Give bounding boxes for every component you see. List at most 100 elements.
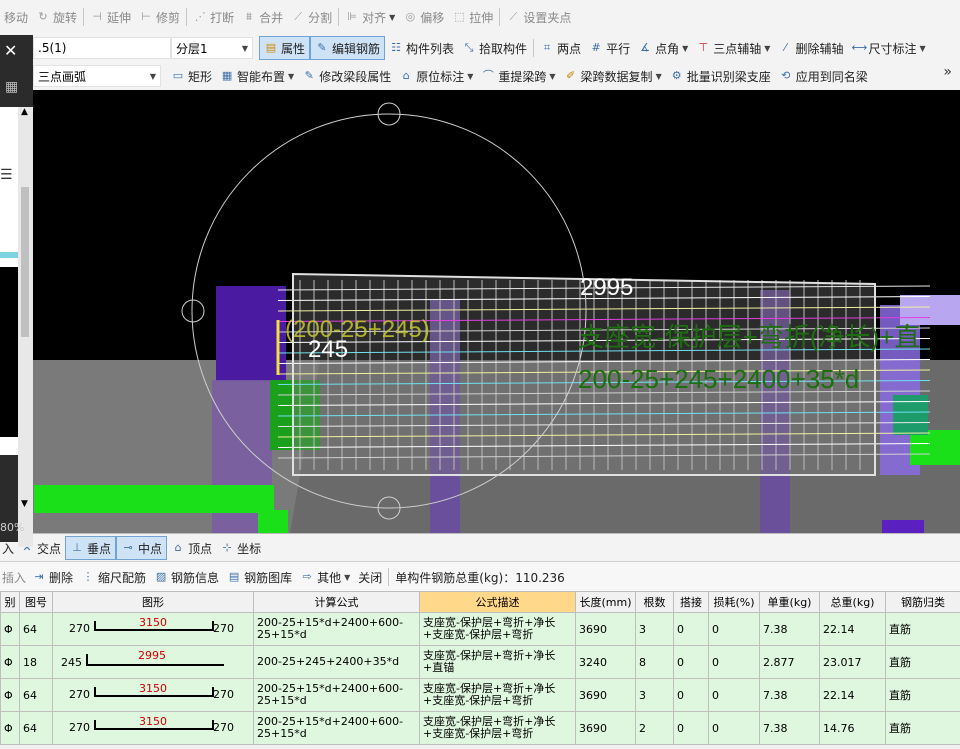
- formula-cell[interactable]: 200-25+15*d+2400+600-25+15*d: [253, 612, 420, 646]
- count-cell[interactable]: 3: [635, 612, 674, 646]
- other-button[interactable]: ⇨ 其他 ▼: [296, 566, 354, 588]
- offset-button[interactable]: ◎ 偏移: [399, 6, 448, 28]
- total-weight-cell: 23.017: [819, 645, 886, 679]
- lap-cell[interactable]: 0: [673, 645, 709, 679]
- align-button[interactable]: ⊫ 对齐 ▼: [341, 6, 399, 28]
- formula-cell[interactable]: 200-25+245+2400+35*d: [253, 645, 420, 679]
- edit-rebar-button[interactable]: ✎ 编辑钢筋: [310, 36, 386, 60]
- modify-beam-segment-button[interactable]: ✎ 修改梁段属性: [298, 65, 395, 87]
- table-row[interactable]: Φ 18 245 2995 200-25+245+2400+35*d 支座宽-保…: [0, 645, 960, 679]
- rebar-info-button[interactable]: ▨ 钢筋信息: [150, 566, 223, 588]
- merge-button[interactable]: ⩩ 合并: [238, 6, 287, 28]
- length-cell[interactable]: 3240: [575, 645, 636, 679]
- grip-handle[interactable]: [181, 299, 205, 323]
- snap-perpendicular-button[interactable]: ⊥ 垂点: [65, 536, 117, 560]
- set-grip-button[interactable]: ⟋ 设置夹点: [502, 6, 575, 28]
- break-button[interactable]: ⋰ 打断: [189, 6, 238, 28]
- lap-cell[interactable]: 0: [673, 711, 709, 745]
- insert-button[interactable]: 插入: [0, 566, 28, 588]
- col-header-shape[interactable]: 图形: [52, 591, 254, 613]
- description-cell[interactable]: 支座宽-保护层+弯折+净长+直锚: [419, 645, 576, 679]
- col-header-category[interactable]: 钢筋归类: [885, 591, 960, 613]
- delete-axis-button[interactable]: ⁄ 删除辅轴: [774, 37, 847, 59]
- description-cell[interactable]: 支座宽-保护层+弯折+净长+支座宽-保护层+弯折: [419, 612, 576, 646]
- col-header-figno[interactable]: 图号: [19, 591, 53, 613]
- length-cell[interactable]: 3690: [575, 711, 636, 745]
- snap-midpoint-button[interactable]: ⊸ 中点: [116, 536, 168, 560]
- dimension-button[interactable]: ⟷ 尺寸标注 ▼: [847, 37, 929, 59]
- delete-row-button[interactable]: ⇥ 删除: [28, 566, 77, 588]
- scroll-thumb[interactable]: [21, 187, 29, 337]
- scroll-up-icon[interactable]: ▲: [21, 107, 28, 117]
- batch-identify-support-button[interactable]: ⚙ 批量识别梁支座: [666, 65, 775, 87]
- category-cell[interactable]: 直筋: [885, 711, 960, 745]
- two-point-axis-button[interactable]: ⌗ 两点: [536, 37, 585, 59]
- formula-cell[interactable]: 200-25+15*d+2400+600-25+15*d: [253, 678, 420, 712]
- count-cell[interactable]: 8: [635, 645, 674, 679]
- extend-button[interactable]: ⊣ 延伸: [86, 6, 135, 28]
- component-list-button[interactable]: ☷ 构件列表: [385, 37, 458, 59]
- separator: [533, 39, 535, 57]
- count-cell[interactable]: 3: [635, 678, 674, 712]
- col-header-grade[interactable]: 别: [0, 591, 20, 613]
- parallel-axis-button[interactable]: # 平行: [585, 37, 634, 59]
- category-cell[interactable]: 直筋: [885, 612, 960, 646]
- toolbar-overflow-button[interactable]: »: [943, 64, 952, 80]
- side-scrollbar[interactable]: ▲ ▼: [18, 107, 33, 547]
- draw-mode-combo[interactable]: 三点画弧 ▼: [33, 65, 161, 87]
- viewport-canvas[interactable]: 2995 (200-25+245) 245 支座宽-保护层+弯折(净长)+直 2…: [0, 90, 960, 533]
- grid-icon[interactable]: ▦: [5, 79, 18, 95]
- point-angle-button[interactable]: ∡ 点角 ▼: [634, 37, 692, 59]
- layer-combo[interactable]: 分层1 ▼: [171, 37, 253, 59]
- length-cell[interactable]: 3690: [575, 678, 636, 712]
- 3d-viewport[interactable]: 2995 (200-25+245) 245 支座宽-保护层+弯折(净长)+直 2…: [0, 90, 960, 533]
- col-header-formula[interactable]: 计算公式: [253, 591, 420, 613]
- three-point-axis-button[interactable]: ⊤ 三点辅轴 ▼: [692, 37, 774, 59]
- formula-cell[interactable]: 200-25+15*d+2400+600-25+15*d: [253, 711, 420, 745]
- description-cell[interactable]: 支座宽-保护层+弯折+净长+支座宽-保护层+弯折: [419, 711, 576, 745]
- table-row[interactable]: Φ 64 270 3150 270 200-25+15*d+2400+600-2…: [0, 711, 960, 745]
- rotate-button[interactable]: ↻ 旋转: [32, 6, 81, 28]
- rectangle-button[interactable]: ▭ 矩形: [167, 65, 216, 87]
- col-header-lap[interactable]: 搭接: [673, 591, 709, 613]
- close-icon[interactable]: ✕: [4, 41, 17, 60]
- re-extract-span-button[interactable]: ⌒ 重提梁跨 ▼: [477, 65, 559, 87]
- col-header-description[interactable]: 公式描述: [419, 591, 576, 613]
- col-header-unit-weight[interactable]: 单重(kg): [759, 591, 820, 613]
- col-header-total-weight[interactable]: 总重(kg): [819, 591, 886, 613]
- length-cell[interactable]: 3690: [575, 612, 636, 646]
- description-cell[interactable]: 支座宽-保护层+弯折+净长+支座宽-保护层+弯折: [419, 678, 576, 712]
- loss-cell[interactable]: 0: [708, 645, 760, 679]
- scaled-rebar-button[interactable]: ⋮ 缩尺配筋: [77, 566, 150, 588]
- floor-combo[interactable]: .5(1): [33, 37, 171, 59]
- table-row[interactable]: Φ 64 270 3150 270 200-25+15*d+2400+600-2…: [0, 612, 960, 646]
- in-place-annotation-button[interactable]: ⌂ 原位标注 ▼: [395, 65, 477, 87]
- smart-layout-button[interactable]: ▦ 智能布置 ▼: [216, 65, 298, 87]
- count-cell[interactable]: 2: [635, 711, 674, 745]
- table-row[interactable]: Φ 64 270 3150 270 200-25+15*d+2400+600-2…: [0, 678, 960, 712]
- loss-cell[interactable]: 0: [708, 612, 760, 646]
- col-header-length[interactable]: 长度(mm): [575, 591, 636, 613]
- loss-cell[interactable]: 0: [708, 711, 760, 745]
- lap-cell[interactable]: 0: [673, 612, 709, 646]
- rebar-library-button[interactable]: ▤ 钢筋图库: [223, 566, 296, 588]
- pick-component-button[interactable]: ⤡ 拾取构件: [458, 37, 531, 59]
- col-header-loss[interactable]: 损耗(%): [708, 591, 760, 613]
- list-icon[interactable]: ☰: [0, 167, 13, 183]
- snap-vertex-button[interactable]: ⌂ 顶点: [167, 537, 216, 559]
- loss-cell[interactable]: 0: [708, 678, 760, 712]
- apply-same-name-beam-button[interactable]: ⟲ 应用到同名梁: [775, 65, 872, 87]
- close-button[interactable]: 关闭: [354, 566, 386, 588]
- trim-button[interactable]: ⊢ 修剪: [135, 6, 184, 28]
- col-header-count[interactable]: 根数: [635, 591, 674, 613]
- span-data-copy-button[interactable]: ✐ 梁跨数据复制 ▼: [560, 65, 666, 87]
- stretch-button[interactable]: ⬚ 拉伸: [448, 6, 497, 28]
- category-cell[interactable]: 直筋: [885, 645, 960, 679]
- split-button[interactable]: ⟋ 分割: [287, 6, 336, 28]
- scroll-down-icon[interactable]: ▼: [21, 499, 28, 509]
- snap-coordinate-button[interactable]: ⊹ 坐标: [216, 537, 265, 559]
- lap-cell[interactable]: 0: [673, 678, 709, 712]
- move-button[interactable]: 移动: [0, 6, 32, 28]
- property-button[interactable]: ▤ 属性: [259, 36, 311, 60]
- category-cell[interactable]: 直筋: [885, 678, 960, 712]
